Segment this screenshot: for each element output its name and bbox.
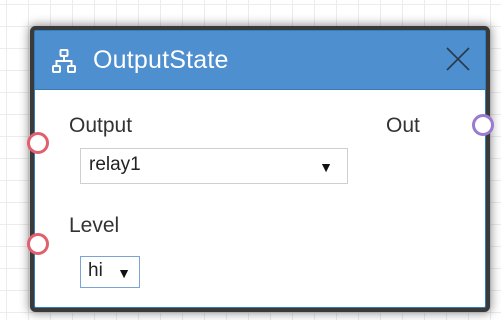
level-input-port[interactable] (27, 233, 49, 255)
node-title: OutputState (93, 46, 229, 74)
out-port-label: Out (386, 114, 420, 137)
output-state-node[interactable]: OutputState Output Out relay1 ▼ Level hi… (34, 30, 486, 308)
output-input-port[interactable] (27, 132, 49, 154)
output-select-value: relay1 (89, 154, 141, 175)
dropdown-arrow-icon: ▼ (117, 265, 131, 281)
out-output-port[interactable] (472, 114, 494, 136)
hierarchy-icon (52, 49, 76, 73)
level-select-value: hi (88, 260, 103, 281)
node-header[interactable]: OutputState (35, 31, 485, 90)
close-icon[interactable] (445, 46, 471, 72)
level-select[interactable]: hi ▼ (80, 256, 140, 288)
level-field-label: Level (69, 214, 120, 237)
dropdown-arrow-icon: ▼ (319, 159, 333, 175)
output-select[interactable]: relay1 ▼ (80, 148, 348, 184)
output-field-label: Output (69, 114, 133, 137)
